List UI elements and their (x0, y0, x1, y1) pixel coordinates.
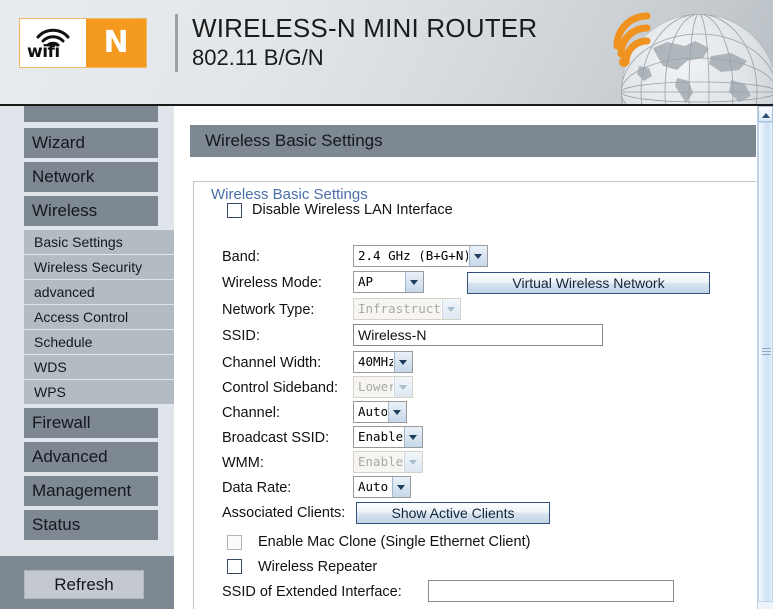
sidebar-item-advanced[interactable]: advanced (24, 280, 174, 304)
band-label: Band: (222, 249, 260, 265)
sidebar-item-wds[interactable]: WDS (24, 355, 174, 379)
mac-clone-checkbox (227, 535, 242, 550)
sidebar-footer: Refresh (0, 556, 174, 609)
chevron-down-icon (387, 402, 406, 422)
wifi-wordmark: wifi (27, 42, 60, 62)
chevron-down-icon (468, 246, 487, 266)
data-rate-select-value: Auto (358, 479, 389, 494)
wireless-mode-select[interactable]: AP (353, 271, 424, 293)
product-title: WIRELESS-N MINI ROUTER (192, 13, 538, 43)
sidebar-item-wireless[interactable]: Wireless (24, 196, 158, 226)
ssid-label: SSID: (222, 328, 260, 344)
logo-n-badge: N (86, 19, 146, 67)
chevron-down-icon (391, 477, 410, 497)
channel-width-select[interactable]: 40MHz (353, 351, 413, 373)
chevron-down-icon (393, 352, 412, 372)
product-subtitle: 802.11 B/G/N (192, 45, 324, 70)
page-header: wifi N WIRELESS-N MINI ROUTER 802.11 B/G… (0, 0, 773, 104)
sidebar-item-advanced-main[interactable]: Advanced (24, 442, 158, 472)
mac-clone-label: Enable Mac Clone (Single Ethernet Client… (258, 534, 531, 550)
wifi-logo-left: wifi (20, 19, 86, 67)
band-select-value: 2.4 GHz (B+G+N) (358, 248, 468, 263)
wireless-repeater-checkbox[interactable] (227, 559, 242, 574)
channel-select[interactable]: Auto (353, 401, 407, 423)
control-sideband-select: Lower (353, 376, 413, 398)
sidebar-item-access-control[interactable]: Access Control (24, 305, 174, 329)
chevron-down-icon (403, 452, 422, 472)
sidebar-item-network[interactable]: Network (24, 162, 158, 192)
sidebar-item-clipped[interactable] (24, 106, 158, 122)
channel-width-select-value: 40MHz (358, 354, 393, 369)
broadcast-ssid-label: Broadcast SSID: (222, 430, 330, 446)
sidebar-item-management[interactable]: Management (24, 476, 158, 506)
page-title: Wireless Basic Settings (190, 125, 757, 157)
ssid-input[interactable]: Wireless-N (353, 324, 603, 346)
disable-wlan-label: Disable Wireless LAN Interface (252, 202, 453, 218)
control-sideband-label: Control Sideband: (222, 380, 339, 396)
wmm-select: Enabled (353, 451, 423, 473)
wireless-mode-label: Wireless Mode: (222, 275, 322, 291)
virtual-wireless-network-button[interactable]: Virtual Wireless Network (467, 272, 710, 294)
wireless-mode-select-value: AP (358, 274, 374, 289)
channel-width-label: Channel Width: (222, 355, 322, 371)
broadcast-ssid-select[interactable]: Enabled (353, 426, 423, 448)
chevron-down-icon (441, 299, 460, 319)
sidebar-nav: Wizard Network Wireless Basic Settings W… (0, 106, 174, 609)
refresh-button[interactable]: Refresh (24, 570, 144, 599)
main-content: Wireless Basic Settings Wireless Basic S… (174, 106, 757, 609)
disable-wlan-checkbox[interactable] (227, 203, 242, 218)
header-divider (175, 14, 178, 72)
scroll-up-arrow-icon[interactable] (758, 106, 773, 122)
scrollbar-thumb[interactable] (758, 122, 773, 602)
wmm-label: WMM: (222, 455, 264, 471)
channel-label: Channel: (222, 405, 281, 421)
wifi-n-logo: wifi N (19, 18, 147, 68)
broadcast-ssid-select-value: Enabled (358, 429, 403, 444)
wmm-select-value: Enabled (358, 454, 403, 469)
sidebar-item-wireless-security[interactable]: Wireless Security (24, 255, 174, 279)
network-type-select-value: Infrastructure (358, 301, 441, 316)
channel-select-value: Auto (358, 404, 387, 419)
associated-clients-label: Associated Clients: (222, 505, 346, 521)
sidebar-item-schedule[interactable]: Schedule (24, 330, 174, 354)
sidebar-item-wps[interactable]: WPS (24, 380, 174, 404)
data-rate-label: Data Rate: (222, 480, 292, 496)
chevron-down-icon (393, 377, 412, 397)
show-active-clients-button[interactable]: Show Active Clients (356, 502, 550, 524)
sidebar-item-firewall[interactable]: Firewall (24, 408, 158, 438)
network-type-label: Network Type: (222, 302, 315, 318)
extended-ssid-input[interactable] (428, 580, 674, 602)
header-text-block: WIRELESS-N MINI ROUTER 802.11 B/G/N (192, 12, 537, 72)
data-rate-select[interactable]: Auto (353, 476, 411, 498)
sidebar-item-wizard[interactable]: Wizard (24, 128, 158, 158)
chevron-down-icon (404, 272, 423, 292)
control-sideband-select-value: Lower (358, 379, 393, 394)
extended-ssid-label: SSID of Extended Interface: (222, 584, 402, 600)
band-select[interactable]: 2.4 GHz (B+G+N) (353, 245, 488, 267)
chevron-down-icon (403, 427, 422, 447)
globe-graphic (581, 0, 773, 104)
sidebar-item-basic-settings[interactable]: Basic Settings (24, 230, 174, 254)
wireless-repeater-label: Wireless Repeater (258, 559, 378, 575)
sidebar-item-status[interactable]: Status (24, 510, 158, 540)
vertical-scrollbar[interactable] (757, 106, 773, 609)
network-type-select: Infrastructure (353, 298, 461, 320)
scrollbar-grip-icon (762, 348, 771, 357)
